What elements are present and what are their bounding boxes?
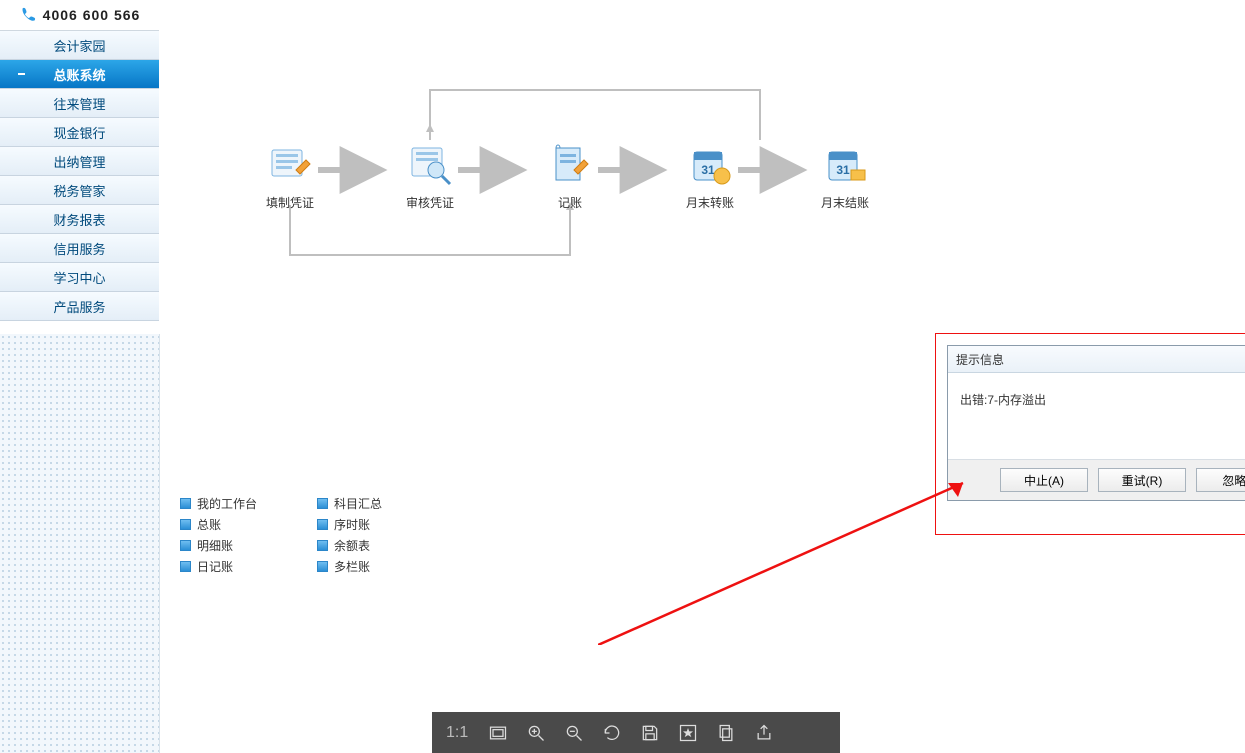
flow-node-jz[interactable]: 记账 bbox=[525, 140, 615, 211]
quicklink-item[interactable]: 科目汇总 bbox=[317, 495, 382, 512]
flow-node-label: 月末转账 bbox=[665, 194, 755, 211]
bullet-icon bbox=[180, 498, 191, 509]
flow-node-ymzz[interactable]: 31 月末转账 bbox=[665, 140, 755, 211]
dialog-message: 出错:7-内存溢出 bbox=[960, 393, 1046, 407]
phone-bar: 4006 600 566 bbox=[0, 0, 159, 31]
fit-screen-button[interactable] bbox=[486, 721, 510, 745]
annotation-arrow bbox=[598, 475, 978, 645]
quicklink-label: 我的工作台 bbox=[197, 495, 257, 512]
sidebar-item-6[interactable]: 财务报表 bbox=[0, 205, 159, 234]
flow-node-shpz[interactable]: 审核凭证 bbox=[385, 140, 475, 211]
ignore-button[interactable]: 忽略(I) bbox=[1196, 468, 1245, 492]
sidebar-item-0[interactable]: 会计家园 bbox=[0, 31, 159, 60]
zoom-in-button[interactable] bbox=[524, 721, 548, 745]
rotate-button[interactable] bbox=[600, 721, 624, 745]
posting-icon bbox=[546, 140, 594, 188]
bullet-icon bbox=[317, 519, 328, 530]
sidebar-item-5[interactable]: 税务管家 bbox=[0, 176, 159, 205]
quicklink-label: 科目汇总 bbox=[334, 495, 382, 512]
bullet-icon bbox=[317, 498, 328, 509]
quicklink-item[interactable]: 序时账 bbox=[317, 516, 382, 533]
share-button[interactable] bbox=[752, 721, 776, 745]
save-icon bbox=[640, 723, 660, 743]
zoom-ratio: 1:1 bbox=[446, 724, 468, 742]
main-area: 填制凭证 审核凭证 记账 31 月末转账 bbox=[160, 0, 1245, 753]
sidebar-item-2[interactable]: 往来管理 bbox=[0, 89, 159, 118]
star-icon bbox=[678, 723, 698, 743]
save-button[interactable] bbox=[638, 721, 662, 745]
copy-button[interactable] bbox=[714, 721, 738, 745]
rotate-icon bbox=[602, 723, 622, 743]
favorite-button[interactable] bbox=[676, 721, 700, 745]
quicklinks-col-2: 科目汇总序时账余额表多栏账 bbox=[317, 495, 382, 575]
zoom-out-icon bbox=[564, 723, 584, 743]
app-root: 4006 600 566 会计家园总账系统往来管理现金银行出纳管理税务管家财务报… bbox=[0, 0, 1245, 753]
sidebar-item-3[interactable]: 现金银行 bbox=[0, 118, 159, 147]
flow-node-label: 审核凭证 bbox=[385, 194, 475, 211]
sidebar-item-7[interactable]: 信用服务 bbox=[0, 234, 159, 263]
dialog-titlebar: 提示信息 ✕ bbox=[948, 346, 1245, 373]
dialog-title: 提示信息 bbox=[956, 351, 1004, 368]
sidebar-item-1[interactable]: 总账系统 bbox=[0, 60, 159, 89]
abort-button[interactable]: 中止(A) bbox=[1000, 468, 1088, 492]
flow-node-tzpz[interactable]: 填制凭证 bbox=[245, 140, 335, 211]
flow-node-label: 填制凭证 bbox=[245, 194, 335, 211]
sidebar-item-9[interactable]: 产品服务 bbox=[0, 292, 159, 321]
svg-text:31: 31 bbox=[836, 163, 850, 177]
quicklink-label: 总账 bbox=[197, 516, 221, 533]
quicklink-label: 余额表 bbox=[334, 537, 370, 554]
quicklink-item[interactable]: 余额表 bbox=[317, 537, 382, 554]
fit-screen-icon bbox=[488, 723, 508, 743]
zoom-out-button[interactable] bbox=[562, 721, 586, 745]
quicklink-label: 多栏账 bbox=[334, 558, 370, 575]
month-close-icon: 31 bbox=[821, 140, 869, 188]
dialog-buttons: 中止(A) 重试(R) 忽略(I) bbox=[948, 459, 1245, 500]
sidebar-item-4[interactable]: 出纳管理 bbox=[0, 147, 159, 176]
bullet-icon bbox=[180, 561, 191, 572]
dialog-body: 出错:7-内存溢出 bbox=[948, 373, 1245, 459]
quicklink-item[interactable]: 多栏账 bbox=[317, 558, 382, 575]
quicklink-item[interactable]: 总账 bbox=[180, 516, 257, 533]
sidebar-nav: 会计家园总账系统往来管理现金银行出纳管理税务管家财务报表信用服务学习中心产品服务 bbox=[0, 31, 159, 321]
quicklink-item[interactable]: 明细账 bbox=[180, 537, 257, 554]
bullet-icon bbox=[180, 540, 191, 551]
zoom-in-icon bbox=[526, 723, 546, 743]
flow-node-label: 记账 bbox=[525, 194, 615, 211]
sidebar-decoration bbox=[0, 334, 160, 753]
flow-node-label: 月末结账 bbox=[800, 194, 890, 211]
copy-icon bbox=[716, 723, 736, 743]
error-dialog: 提示信息 ✕ 出错:7-内存溢出 中止(A) 重试(R) 忽略(I) bbox=[947, 345, 1245, 501]
quicklink-label: 日记账 bbox=[197, 558, 233, 575]
voucher-create-icon bbox=[266, 140, 314, 188]
quicklinks-col-1: 我的工作台总账明细账日记账 bbox=[180, 495, 257, 575]
quicklink-item[interactable]: 日记账 bbox=[180, 558, 257, 575]
month-transfer-icon: 31 bbox=[686, 140, 734, 188]
bullet-icon bbox=[317, 540, 328, 551]
phone-icon bbox=[19, 6, 37, 24]
workflow: 填制凭证 审核凭证 记账 31 月末转账 bbox=[200, 70, 960, 270]
bottom-toolbar: 1:1 bbox=[432, 712, 840, 753]
quicklink-item[interactable]: 我的工作台 bbox=[180, 495, 257, 512]
voucher-audit-icon bbox=[406, 140, 454, 188]
quicklinks: 我的工作台总账明细账日记账 科目汇总序时账余额表多栏账 bbox=[180, 495, 382, 575]
svg-text:31: 31 bbox=[701, 163, 715, 177]
share-icon bbox=[754, 723, 774, 743]
retry-button[interactable]: 重试(R) bbox=[1098, 468, 1186, 492]
quicklink-label: 序时账 bbox=[334, 516, 370, 533]
flow-node-ymjz[interactable]: 31 月末结账 bbox=[800, 140, 890, 211]
bullet-icon bbox=[180, 519, 191, 530]
phone-number: 4006 600 566 bbox=[43, 7, 141, 23]
quicklink-label: 明细账 bbox=[197, 537, 233, 554]
bullet-icon bbox=[317, 561, 328, 572]
sidebar-item-8[interactable]: 学习中心 bbox=[0, 263, 159, 292]
